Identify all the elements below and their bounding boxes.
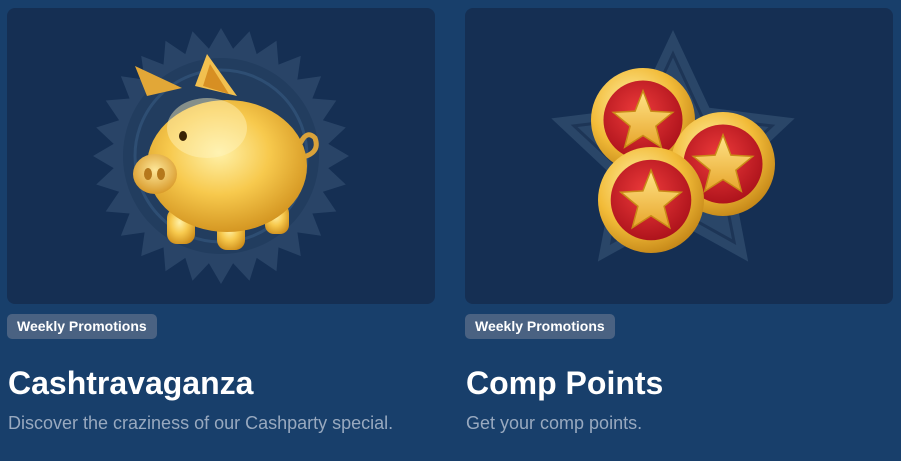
promotions-grid: Weekly Promotions Cashtravaganza Discove…: [0, 0, 901, 461]
promo-card-comp-points[interactable]: Weekly Promotions Comp Points Get your c…: [465, 8, 893, 438]
promo-image-cashtravaganza[interactable]: [7, 8, 435, 304]
star-coin-icon: [598, 147, 704, 253]
promo-title[interactable]: Cashtravaganza: [8, 366, 435, 400]
promo-image-comp-points[interactable]: [465, 8, 893, 304]
piggy-bank-icon: [93, 28, 349, 284]
promo-description: Get your comp points.: [466, 413, 643, 433]
promo-title[interactable]: Comp Points: [466, 366, 893, 400]
promo-badge[interactable]: Weekly Promotions: [7, 314, 157, 339]
promo-badge[interactable]: Weekly Promotions: [465, 314, 615, 339]
promo-card-cashtravaganza[interactable]: Weekly Promotions Cashtravaganza Discove…: [7, 8, 435, 438]
star-coins-icon: [551, 30, 795, 262]
promo-description: Discover the craziness of our Cashparty …: [8, 413, 394, 433]
